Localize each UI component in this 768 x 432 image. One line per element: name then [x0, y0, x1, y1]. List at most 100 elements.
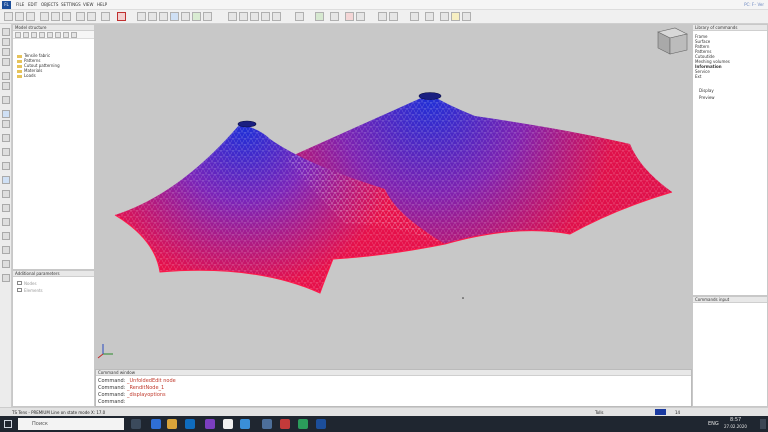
tool-arc-icon[interactable] [2, 82, 10, 90]
redo-icon[interactable] [87, 12, 96, 21]
copy-icon[interactable] [51, 12, 60, 21]
snap-icon[interactable] [389, 12, 398, 21]
wireframe-icon[interactable] [203, 12, 212, 21]
tree-delete-icon[interactable] [47, 32, 53, 38]
view-iso-icon[interactable] [170, 12, 179, 21]
delete-icon[interactable] [117, 12, 126, 21]
left-toolbar [0, 24, 12, 408]
open-file-icon[interactable] [15, 12, 24, 21]
view-top-icon[interactable] [137, 12, 146, 21]
scale-icon[interactable] [272, 12, 281, 21]
menu-view[interactable]: VIEW [83, 2, 93, 7]
param-elements[interactable]: Elements [17, 288, 43, 293]
app-media-icon[interactable] [280, 419, 290, 429]
grid-icon[interactable] [378, 12, 387, 21]
tool-pattern-icon[interactable] [2, 176, 10, 184]
version-label: PC: F– Ver [744, 2, 764, 7]
layers-icon[interactable] [356, 12, 365, 21]
save-icon[interactable] [26, 12, 35, 21]
library-item-ext[interactable]: Ext [695, 74, 701, 79]
menu-settings[interactable]: SETTINGS [61, 2, 81, 7]
app-excel-icon[interactable] [298, 419, 308, 429]
app-forten-icon[interactable] [316, 419, 326, 429]
app-edge-icon[interactable] [151, 419, 161, 429]
tool-align-icon[interactable] [2, 274, 10, 282]
analyze-icon[interactable] [345, 12, 354, 21]
command-line: Command: _UnfoldedEdit node [98, 378, 176, 384]
app-folder-icon[interactable] [262, 419, 272, 429]
tool-mesh-icon[interactable] [2, 120, 10, 128]
measure-icon[interactable] [295, 12, 304, 21]
properties-icon[interactable] [330, 12, 339, 21]
menu-help[interactable]: HELP [97, 2, 107, 7]
app-mail-icon[interactable] [240, 419, 250, 429]
taskbar-search-input[interactable]: Поиск [18, 418, 124, 430]
language-indicator[interactable]: ENG [708, 421, 719, 427]
tree-new-icon[interactable] [15, 32, 21, 38]
command-input[interactable]: Command: [98, 399, 125, 405]
tree-copy-icon[interactable] [39, 32, 45, 38]
status-color-swatch[interactable] [655, 409, 666, 415]
tool-rect-icon[interactable] [2, 96, 10, 104]
clock-date[interactable]: 27.02.2020 [724, 424, 747, 429]
menu-file[interactable]: FILE [16, 2, 24, 7]
tool-extend-icon[interactable] [2, 162, 10, 170]
viewport-3d[interactable] [95, 24, 692, 369]
tool-offset-icon[interactable] [2, 134, 10, 142]
mesh-icon[interactable] [315, 12, 324, 21]
cut-icon[interactable] [40, 12, 49, 21]
rotate-icon[interactable] [261, 12, 270, 21]
tree-save-icon[interactable] [31, 32, 37, 38]
tool-support-icon[interactable] [2, 232, 10, 240]
app-vs-icon[interactable] [205, 419, 215, 429]
view-persp-icon[interactable] [181, 12, 190, 21]
camera-icon[interactable] [462, 12, 471, 21]
select-icon[interactable] [101, 12, 110, 21]
command-window: Command window Command: _UnfoldedEdit no… [95, 369, 692, 407]
tool-node-icon[interactable] [2, 218, 10, 226]
zoom-in-icon[interactable] [440, 12, 449, 21]
tool-curve-icon[interactable] [2, 58, 10, 66]
light-icon[interactable] [451, 12, 460, 21]
tool-trim-icon[interactable] [2, 148, 10, 156]
notifications-icon[interactable] [760, 419, 766, 429]
tool-surface-icon[interactable] [2, 110, 10, 118]
tool-dim-icon[interactable] [2, 190, 10, 198]
windows-start-icon[interactable] [4, 420, 12, 428]
menu-objects[interactable]: OBJECTS [41, 2, 58, 7]
new-file-icon[interactable] [4, 12, 13, 21]
tree-props-icon[interactable] [55, 32, 61, 38]
clock-time[interactable]: 8:57 [730, 417, 741, 423]
library-sub-preview[interactable]: Preview [699, 95, 715, 100]
axis-triad-icon [97, 344, 113, 359]
view-front-icon[interactable] [148, 12, 157, 21]
tool-cable-icon[interactable] [2, 246, 10, 254]
tree-filter-icon[interactable] [71, 32, 77, 38]
draw-line-icon[interactable] [228, 12, 237, 21]
settings-icon[interactable] [425, 12, 434, 21]
view-side-icon[interactable] [159, 12, 168, 21]
render-icon[interactable] [410, 12, 419, 21]
tree-item-loads[interactable]: Loads [17, 73, 36, 78]
tool-point-icon[interactable] [2, 28, 10, 36]
app-explorer-icon[interactable] [167, 419, 177, 429]
move-icon[interactable] [250, 12, 259, 21]
tool-edit-icon[interactable] [2, 204, 10, 212]
app-store-icon[interactable] [185, 419, 195, 429]
tool-line-icon[interactable] [2, 38, 10, 46]
paste-icon[interactable] [62, 12, 71, 21]
shade-icon[interactable] [192, 12, 201, 21]
task-view-icon[interactable] [131, 419, 141, 429]
library-sub-display[interactable]: Display [699, 88, 714, 93]
tool-text-icon[interactable] [2, 260, 10, 268]
undo-icon[interactable] [76, 12, 85, 21]
menu-edit[interactable]: EDIT [28, 2, 37, 7]
command-line: Command: _displayoptions [98, 392, 166, 398]
tree-refresh-icon[interactable] [63, 32, 69, 38]
draw-arc-icon[interactable] [239, 12, 248, 21]
tool-polyline-icon[interactable] [2, 48, 10, 56]
param-nodes[interactable]: Nodes [17, 281, 37, 286]
app-yandex-icon[interactable] [223, 419, 233, 429]
tree-open-icon[interactable] [23, 32, 29, 38]
tool-circle-icon[interactable] [2, 72, 10, 80]
